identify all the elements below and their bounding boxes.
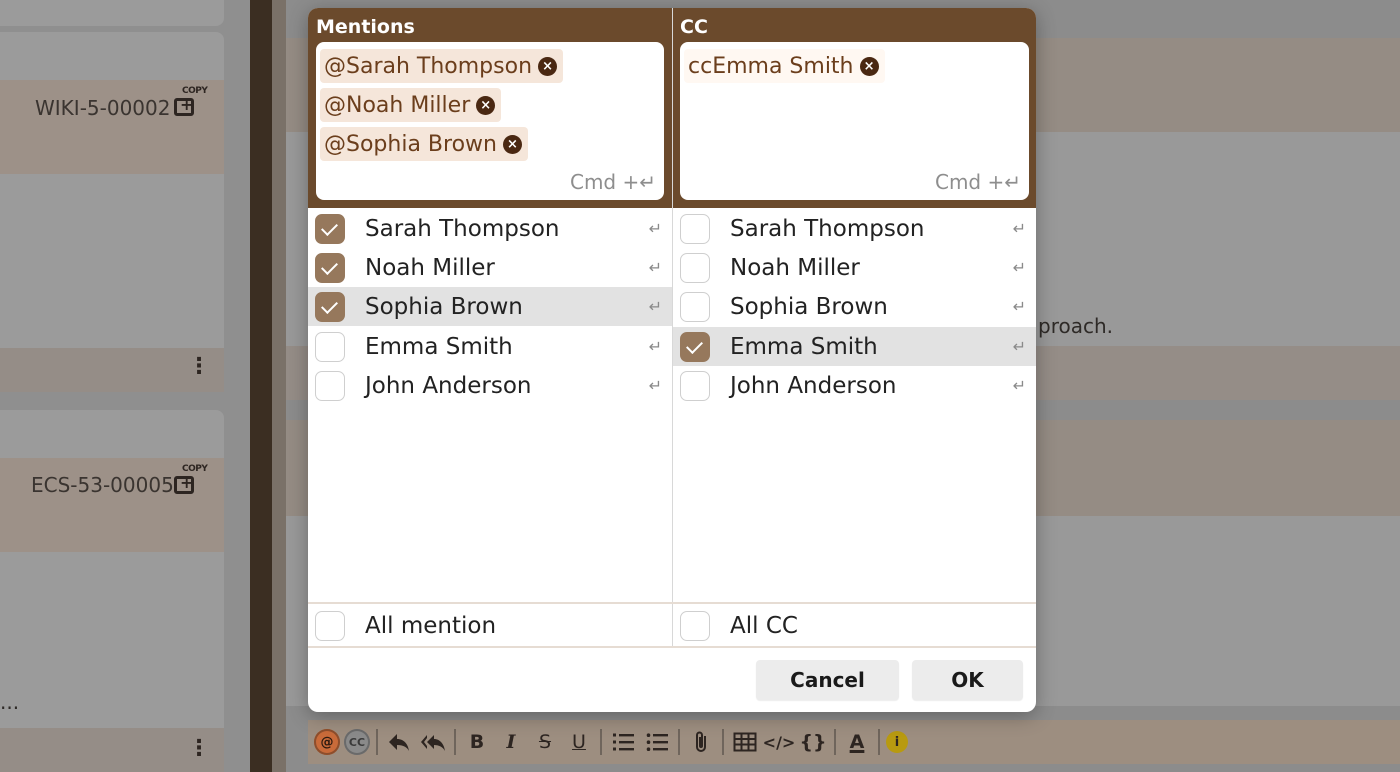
enter-icon: ↵ (648, 297, 662, 316)
numbered-list-icon[interactable] (608, 727, 638, 757)
checkbox[interactable] (680, 213, 710, 244)
mentions-title: Mentions (316, 16, 415, 38)
mention-cc-dialog: Mentions @Sarah Thompson × @Noah Miller … (308, 8, 1036, 712)
truncated-text: ... (0, 690, 20, 714)
copy-icon[interactable]: COPY (174, 86, 208, 116)
cancel-button[interactable]: Cancel (756, 660, 899, 700)
submit-shortcut-hint: Cmd +↵ (934, 170, 1021, 194)
enter-icon: ↵ (1012, 337, 1026, 356)
mention-button[interactable]: @ (314, 729, 340, 755)
bullet-list-icon[interactable] (642, 727, 672, 757)
mention-tag: @Noah Miller × (320, 88, 502, 122)
enter-icon: ↵ (648, 376, 662, 395)
checkbox[interactable] (315, 370, 345, 401)
italic-button[interactable]: I (496, 727, 526, 757)
ticket-card[interactable]: ECS-53-00005 COPY ... ⋮ (0, 410, 224, 772)
cc-option-john-anderson[interactable]: John Anderson ↵ (673, 366, 1036, 405)
underline-button[interactable]: U (564, 727, 594, 757)
remove-tag-icon[interactable]: × (538, 56, 558, 76)
enter-icon: ↵ (1012, 376, 1026, 395)
all-mention-option[interactable]: All mention (308, 606, 672, 645)
cc-option-sarah-thompson[interactable]: Sarah Thompson ↵ (673, 209, 1036, 248)
remove-tag-icon[interactable]: × (502, 134, 522, 154)
bold-button[interactable]: B (462, 727, 492, 757)
left-panel: WIKI-5-00002 COPY ⋮ ECS-53-00005 COPY ..… (0, 0, 250, 772)
code-block-button[interactable]: {} (798, 727, 828, 757)
reply-icon[interactable] (384, 727, 414, 757)
cc-option-noah-miller[interactable]: Noah Miller ↵ (673, 248, 1036, 287)
info-icon[interactable]: i (886, 731, 908, 753)
cc-option-sophia-brown[interactable]: Sophia Brown ↵ (673, 287, 1036, 326)
table-icon[interactable] (730, 727, 760, 757)
checkbox[interactable] (315, 291, 345, 322)
mention-option-john-anderson[interactable]: John Anderson ↵ (308, 366, 672, 405)
cc-tag: ccEmma Smith × (684, 49, 885, 83)
attachment-icon[interactable] (686, 727, 716, 757)
mention-option-sophia-brown[interactable]: Sophia Brown ↵ (308, 287, 672, 326)
cc-button[interactable]: CC (344, 729, 370, 755)
font-color-button[interactable]: A (842, 727, 872, 757)
editor-toolbar: @ CC B I S U </> {} A i (308, 720, 1400, 764)
checkbox[interactable] (315, 213, 345, 244)
mention-option-noah-miller[interactable]: Noah Miller ↵ (308, 248, 672, 287)
kebab-menu-icon[interactable]: ⋮ (188, 354, 210, 379)
checkbox[interactable] (315, 331, 345, 362)
button-bar-divider (308, 646, 1036, 648)
ticket-card[interactable] (0, 0, 224, 26)
ticket-card[interactable]: WIKI-5-00002 COPY ⋮ (0, 32, 224, 392)
mention-option-emma-smith[interactable]: Emma Smith ↵ (308, 327, 672, 366)
strikethrough-button[interactable]: S (530, 727, 560, 757)
all-cc-option[interactable]: All CC (673, 606, 1036, 645)
pane-divider (250, 0, 272, 772)
checkbox[interactable] (315, 610, 345, 641)
mention-tag: @Sarah Thompson × (320, 49, 564, 83)
mention-option-sarah-thompson[interactable]: Sarah Thompson ↵ (308, 209, 672, 248)
enter-icon: ↵ (648, 337, 662, 356)
ok-button[interactable]: OK (912, 660, 1023, 700)
checkbox[interactable] (680, 610, 710, 641)
mention-tag: @Sophia Brown × (320, 127, 528, 161)
ticket-id: ECS-53-00005 (31, 473, 174, 497)
cc-tag-input[interactable]: ccEmma Smith × Cmd +↵ (680, 42, 1029, 200)
pane-divider-shadow (272, 0, 286, 772)
comment-text: proach. (1038, 314, 1113, 338)
cc-option-emma-smith[interactable]: Emma Smith ↵ (673, 327, 1036, 366)
enter-icon: ↵ (648, 258, 662, 277)
submit-shortcut-hint: Cmd +↵ (569, 170, 656, 194)
checkbox[interactable] (680, 331, 710, 362)
enter-icon: ↵ (1012, 258, 1026, 277)
cc-title: CC (680, 16, 708, 38)
ticket-id: WIKI-5-00002 (35, 96, 171, 120)
enter-icon: ↵ (648, 219, 662, 238)
mentions-tag-input[interactable]: @Sarah Thompson × @Noah Miller × @Sophia… (316, 42, 664, 200)
list-footer-divider (308, 602, 1036, 604)
kebab-menu-icon[interactable]: ⋮ (188, 736, 210, 761)
enter-icon: ↵ (1012, 219, 1026, 238)
enter-icon: ↵ (1012, 297, 1026, 316)
checkbox[interactable] (680, 370, 710, 401)
remove-tag-icon[interactable]: × (859, 56, 879, 76)
reply-all-icon[interactable] (418, 727, 448, 757)
code-button[interactable]: </> (763, 727, 796, 757)
checkbox[interactable] (680, 252, 710, 283)
checkbox[interactable] (315, 252, 345, 283)
remove-tag-icon[interactable]: × (476, 95, 496, 115)
checkbox[interactable] (680, 291, 710, 322)
copy-icon[interactable]: COPY (174, 464, 208, 494)
